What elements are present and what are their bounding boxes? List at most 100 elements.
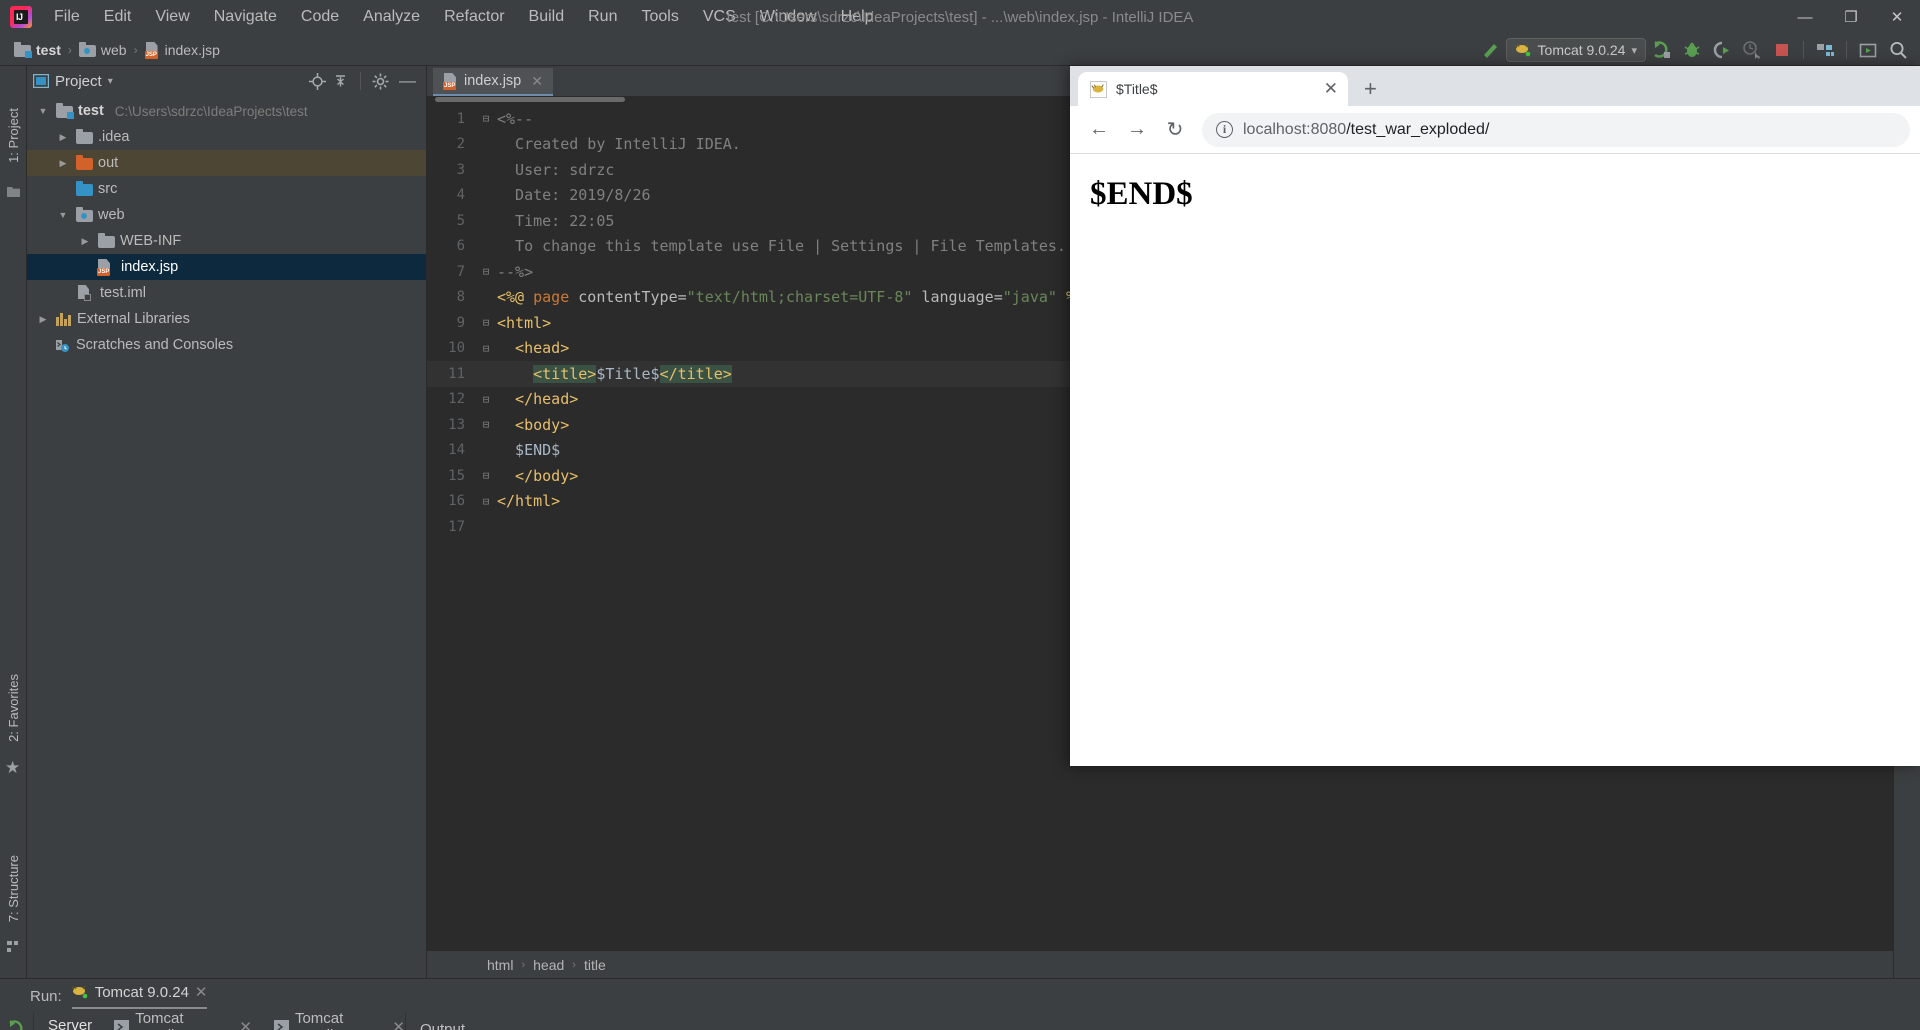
new-tab-button[interactable]: + (1364, 76, 1377, 102)
tab-label: Tomcat Catalina Log (294, 1009, 379, 1030)
log-tab-icon (114, 1019, 130, 1030)
line-number: 8 (456, 289, 465, 306)
menu-refactor[interactable]: Refactor (432, 4, 516, 30)
search-everywhere-icon[interactable] (1884, 37, 1912, 63)
info-icon[interactable]: i (1216, 121, 1233, 138)
breadcrumb-head[interactable]: head (533, 957, 564, 973)
breadcrumb-item-test[interactable]: test (10, 40, 65, 60)
run-config-tab[interactable]: Tomcat 9.0.24 ✕ (71, 983, 208, 1009)
logo-text: IJ (16, 12, 23, 22)
reload-button[interactable]: ↻ (1156, 111, 1194, 149)
address-bar[interactable]: i localhost:8080/test_war_exploded/ (1202, 112, 1910, 147)
tree-row-testiml[interactable]: test.iml (27, 280, 426, 306)
browser-tab[interactable]: $Title$ ✕ (1078, 72, 1348, 106)
tree-row-out[interactable]: ▶ out (27, 150, 426, 176)
close-button[interactable]: ✕ (1874, 0, 1920, 34)
breadcrumb-item-indexjsp[interactable]: JSP index.jsp (141, 40, 224, 60)
expand-arrow-icon[interactable]: ▶ (55, 132, 71, 143)
close-icon[interactable]: ✕ (392, 1018, 405, 1030)
gray-folder-icon (98, 233, 115, 248)
make-project-icon[interactable] (1476, 37, 1504, 63)
code-fold-icon[interactable]: ⊟ (475, 495, 497, 508)
breadcrumb-separator: › (521, 958, 526, 971)
tab-server[interactable]: Server (48, 1017, 92, 1030)
debug-icon[interactable] (1678, 37, 1706, 63)
tab-tomcat-localhost-log[interactable]: Tomcat Localhost Log ✕ (114, 1010, 252, 1030)
menu-build[interactable]: Build (517, 4, 577, 30)
close-icon[interactable]: ✕ (195, 983, 208, 1001)
menu-navigate[interactable]: Navigate (202, 4, 289, 30)
editor-breadcrumb: html › head › title (427, 950, 1893, 978)
line-number: 1 (456, 110, 465, 127)
breadcrumb-title[interactable]: title (584, 957, 606, 973)
editor-tab-indexjsp[interactable]: JSP index.jsp ✕ (433, 68, 553, 96)
project-window-icon (33, 74, 49, 88)
code-fold-icon[interactable]: ⊟ (475, 316, 497, 329)
web-folder-icon (78, 41, 96, 57)
minimize-button[interactable]: — (1782, 0, 1828, 34)
tree-row-test[interactable]: ▼ test C:\Users\sdrzc\IdeaProjects\test (27, 98, 426, 124)
menu-analyze[interactable]: Analyze (351, 4, 432, 30)
back-button[interactable]: ← (1080, 111, 1118, 149)
code-fold-icon[interactable]: ⊟ (475, 469, 497, 482)
run-panel-toolbar (0, 1013, 34, 1030)
code-fold-icon[interactable]: ⊟ (475, 342, 497, 355)
tab-tomcat-catalina-log[interactable]: Tomcat Catalina Log ✕ (273, 1009, 405, 1030)
expand-arrow-icon[interactable]: ▶ (35, 314, 51, 325)
menu-view[interactable]: View (143, 4, 201, 30)
run-configuration-selector[interactable]: Tomcat 9.0.24 ▾ (1505, 38, 1646, 62)
close-icon[interactable]: ✕ (1324, 79, 1338, 99)
breadcrumb-label: index.jsp (164, 41, 220, 58)
code-token: contentType= (578, 288, 687, 307)
tree-row-indexjsp[interactable]: JSP index.jsp (27, 254, 426, 280)
tree-row-idea[interactable]: ▶ .idea (27, 124, 426, 150)
update-app-icon[interactable] (1854, 37, 1882, 63)
breadcrumb-label: test (36, 41, 61, 58)
line-number: 16 (448, 493, 465, 510)
editor-tab-label: index.jsp (464, 73, 522, 89)
menu-run[interactable]: Run (576, 4, 629, 30)
menu-file[interactable]: File (42, 4, 92, 30)
main-toolbar: Tomcat 9.0.24 ▾ (1476, 34, 1912, 66)
stop-icon[interactable] (1768, 37, 1796, 63)
sidebar-tab-favorites[interactable]: 2: Favorites (6, 674, 21, 742)
project-structure-icon[interactable] (1811, 37, 1839, 63)
locate-icon[interactable] (309, 72, 326, 90)
run-left-pane: Server Tomcat Localhost Log ✕ Tomcat C (34, 1009, 406, 1030)
close-icon[interactable]: ✕ (531, 73, 543, 90)
sidebar-tab-project[interactable]: 1: Project (6, 108, 21, 163)
close-icon[interactable]: ✕ (239, 1018, 252, 1030)
menu-label: Navigate (213, 8, 277, 25)
tree-row-webinf[interactable]: ▶ WEB-INF (27, 228, 426, 254)
run-tool-window: Run: Tomcat 9.0.24 ✕ Server Tomcat ✕ Tom… (0, 978, 1920, 1030)
expand-arrow-icon[interactable]: ▼ (55, 210, 71, 220)
breadcrumb-html[interactable]: html (487, 957, 513, 973)
settings-gear-icon[interactable] (372, 73, 389, 90)
menu-edit[interactable]: Edit (92, 4, 144, 30)
rerun-icon[interactable] (7, 1019, 26, 1030)
expand-arrow-icon[interactable]: ▶ (55, 158, 71, 169)
tree-row-external-libraries[interactable]: ▶ External Libraries (27, 306, 426, 332)
browser-tab-strip: $Title$ ✕ + (1070, 66, 1920, 106)
sidebar-tab-structure[interactable]: 7: Structure (6, 855, 21, 922)
tree-row-src[interactable]: src (27, 176, 426, 202)
tree-row-scratches[interactable]: Scratches and Consoles (27, 332, 426, 358)
tree-row-web[interactable]: ▼ web (27, 202, 426, 228)
code-fold-icon[interactable]: ⊟ (475, 393, 497, 406)
menu-code[interactable]: Code (289, 4, 351, 30)
log-tab-icon (273, 1019, 289, 1030)
collapse-all-icon[interactable] (332, 73, 349, 90)
menu-tools[interactable]: Tools (629, 4, 690, 30)
code-fold-icon[interactable]: ⊟ (475, 265, 497, 278)
breadcrumb-item-web[interactable]: web (75, 40, 131, 60)
expand-arrow-icon[interactable]: ▶ (77, 236, 93, 247)
code-fold-icon[interactable]: ⊟ (475, 112, 497, 125)
maximize-button[interactable]: ❐ (1828, 0, 1874, 34)
code-fold-icon[interactable]: ⊟ (475, 418, 497, 431)
run-icon[interactable] (1648, 37, 1676, 63)
hide-icon[interactable]: — (395, 71, 420, 91)
run-with-coverage-icon[interactable] (1708, 37, 1736, 63)
forward-button[interactable]: → (1118, 111, 1156, 149)
profile-icon[interactable] (1738, 37, 1766, 63)
expand-arrow-icon[interactable]: ▼ (35, 106, 51, 116)
